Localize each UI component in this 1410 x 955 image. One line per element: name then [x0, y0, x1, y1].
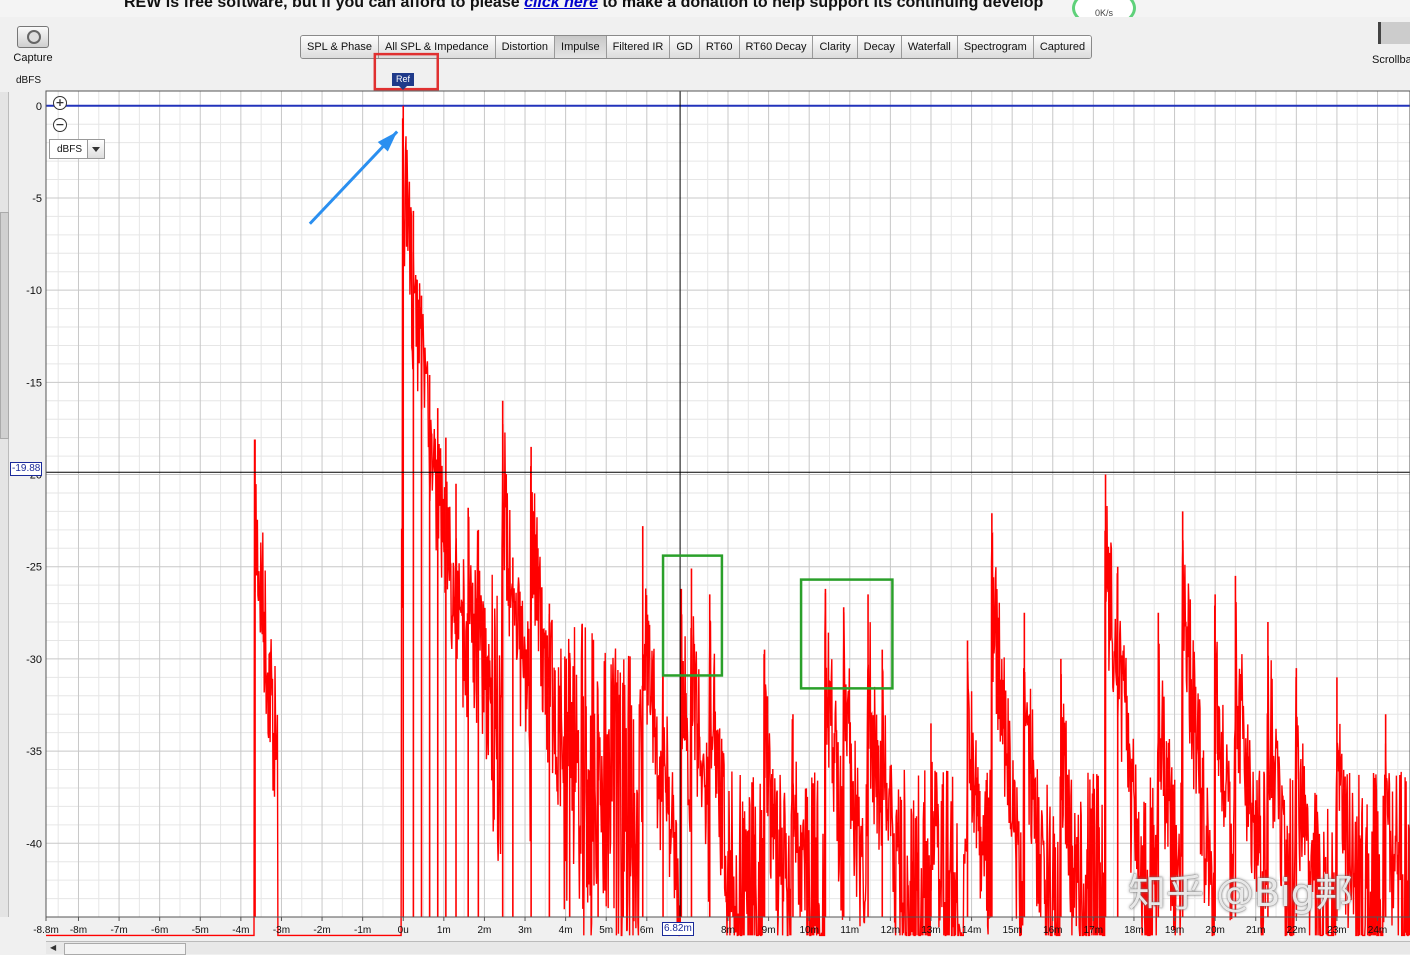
- y-tick-label: -25: [26, 562, 42, 574]
- y-tick-label: 0: [36, 101, 42, 113]
- x-tick-label: -8.8m: [33, 925, 59, 936]
- x-tick-label: 18m: [1124, 925, 1143, 936]
- x-tick-label: 10m: [799, 925, 818, 936]
- x-tick-label: 0u: [398, 925, 409, 936]
- y-unit-select[interactable]: dBFS: [49, 139, 105, 159]
- x-tick-label: 11m: [840, 925, 859, 936]
- y-tick-label: -40: [26, 838, 42, 850]
- x-tick-label: -8m: [70, 925, 87, 936]
- x-tick-label: 5m: [599, 925, 613, 936]
- x-tick-label: 12m: [881, 925, 900, 936]
- x-tick-label: 16m: [1043, 925, 1062, 936]
- y-tick-label: -5: [32, 193, 42, 205]
- cursor-y-readout: -19.88: [10, 462, 43, 476]
- y-tick-label: -30: [26, 654, 42, 666]
- y-tick-label: -35: [26, 746, 42, 758]
- x-tick-label: 22m: [1287, 925, 1306, 936]
- y-tick-label: -15: [26, 377, 42, 389]
- watermark: 知乎 @Big邦: [1128, 871, 1353, 915]
- x-tick-label: 15m: [1002, 925, 1021, 936]
- x-tick-label: -2m: [313, 925, 330, 936]
- zoom-out-icon[interactable]: −: [53, 118, 67, 132]
- x-tick-label: 20m: [1205, 925, 1224, 936]
- y-tick-label: -10: [26, 285, 42, 297]
- zoom-in-icon[interactable]: +: [53, 96, 67, 110]
- x-tick-label: 2m: [477, 925, 491, 936]
- x-tick-label: 24m: [1368, 925, 1387, 936]
- x-tick-label: 14m: [962, 925, 981, 936]
- x-tick-label: 8m: [721, 925, 735, 936]
- horizontal-scrollbar[interactable]: ◀: [46, 941, 1410, 955]
- x-tick-label: 4m: [559, 925, 573, 936]
- x-axis-ticks: -8.8m -8m -7m -6m -5m -4m -3m -2m -1m 0u 1m 2m 3m 4m 5…: [33, 917, 1387, 936]
- cursor-x-readout: 6.82m: [662, 922, 694, 936]
- x-tick-label: 21m: [1246, 925, 1265, 936]
- chevron-down-icon: [87, 140, 104, 158]
- x-tick-label: -7m: [110, 925, 127, 936]
- x-tick-label: 6m: [640, 925, 654, 936]
- y-unit-value: dBFS: [57, 144, 83, 155]
- x-tick-label: 17m: [1084, 925, 1103, 936]
- scroll-left-icon[interactable]: ◀: [50, 943, 56, 952]
- x-tick-label: -3m: [273, 925, 290, 936]
- x-tick-label: -6m: [151, 925, 168, 936]
- x-tick-label: 3m: [518, 925, 532, 936]
- x-tick-label: 13m: [921, 925, 940, 936]
- x-tick-label: -5m: [192, 925, 209, 936]
- x-tick-label: 1m: [437, 925, 451, 936]
- ref-marker-label: Ref: [395, 74, 410, 84]
- impulse-chart[interactable]: 0-5-10-15-20-25-30-35-40 -8.8m-8m-7m-6m-…: [0, 0, 1410, 953]
- ref-marker[interactable]: Ref: [392, 73, 414, 90]
- x-tick-label: -1m: [354, 925, 371, 936]
- x-tick-label: 9m: [762, 925, 776, 936]
- x-tick-label: -4m: [232, 925, 249, 936]
- x-tick-label: 19m: [1165, 925, 1184, 936]
- horizontal-scrollbar-thumb[interactable]: [64, 943, 186, 955]
- x-tick-label: 23m: [1327, 925, 1346, 936]
